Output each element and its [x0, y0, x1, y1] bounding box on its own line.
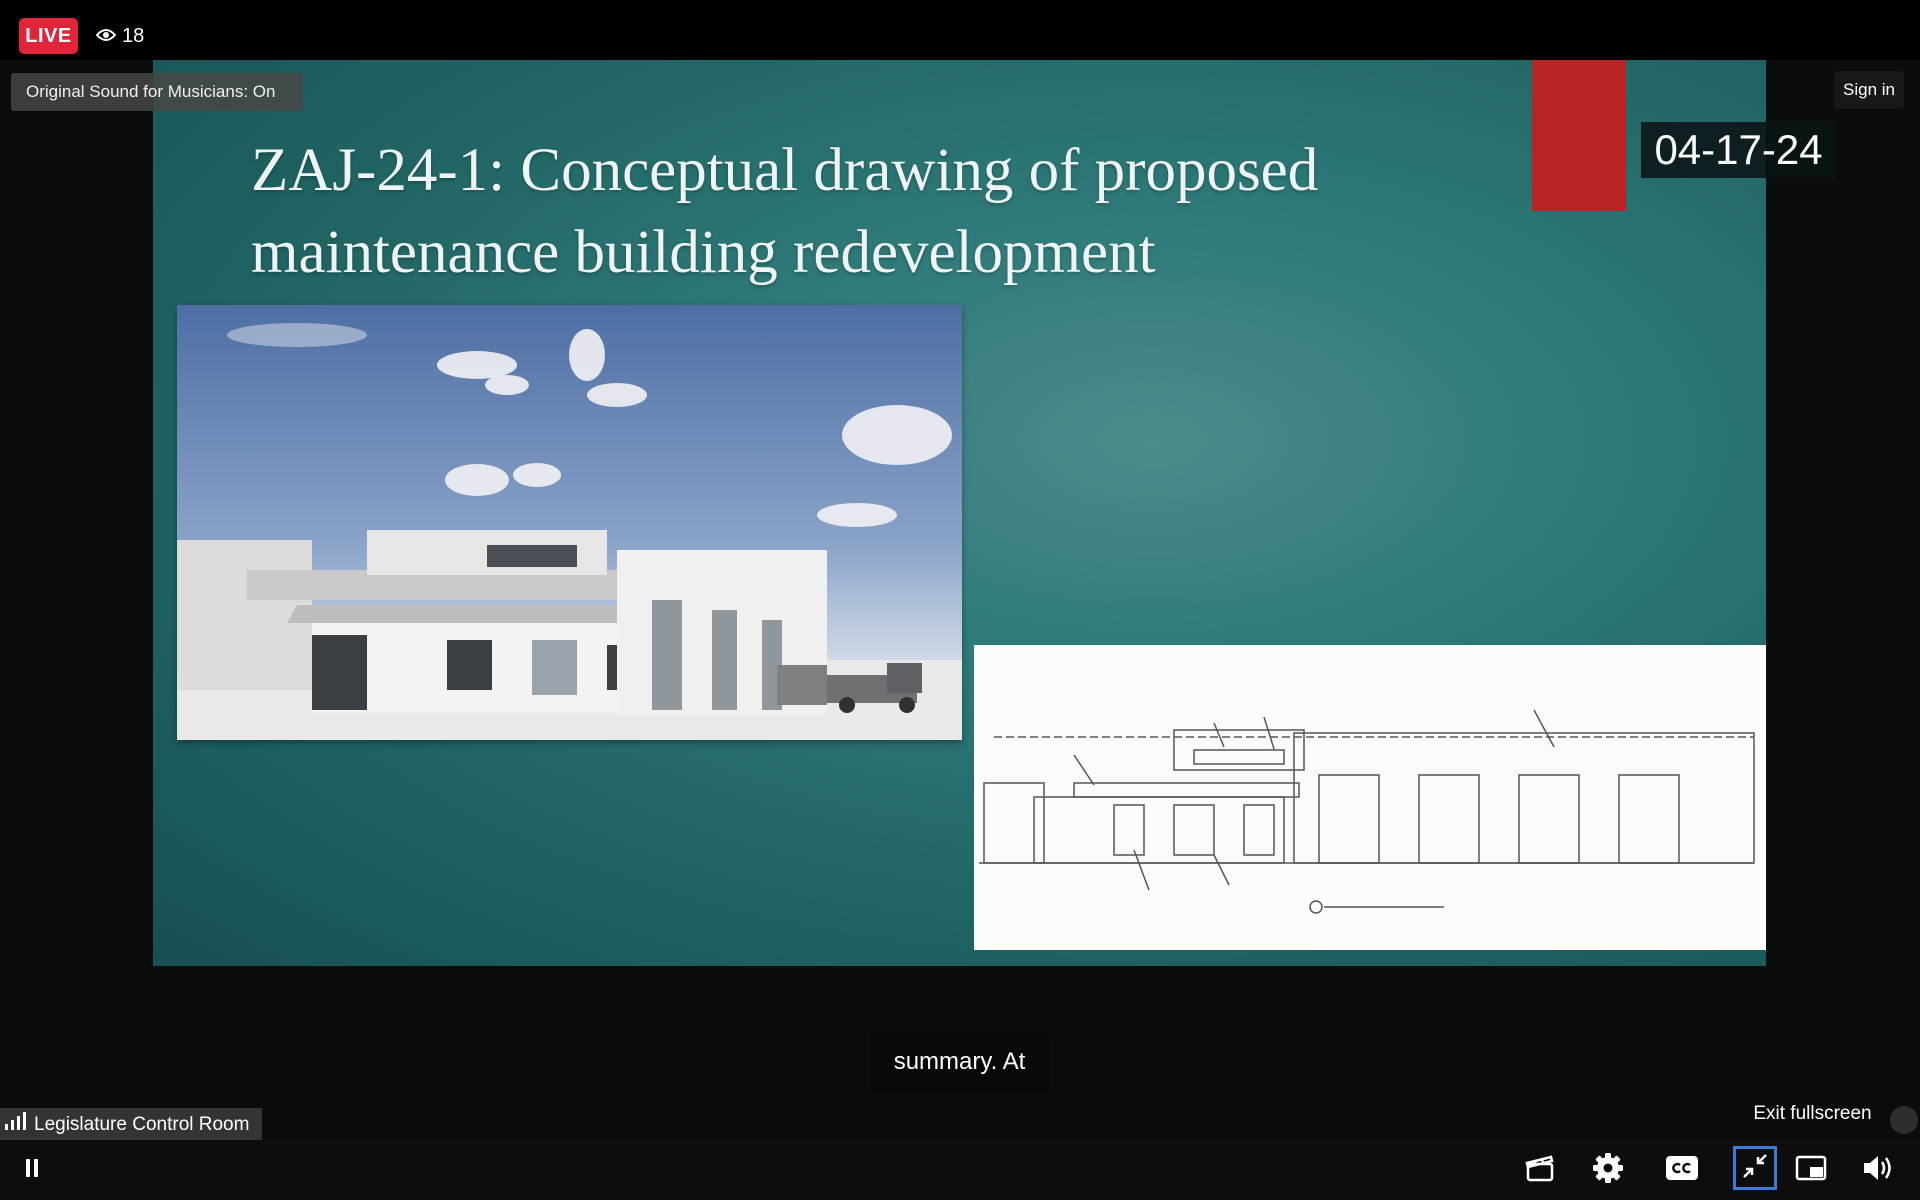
signal-strength-icon: [4, 1108, 26, 1142]
pause-icon: [24, 1158, 40, 1183]
gear-icon: [1592, 1152, 1624, 1189]
clapperboard-icon: [1525, 1154, 1555, 1187]
player-controls: [0, 1140, 1920, 1200]
pause-button[interactable]: [12, 1152, 52, 1188]
viewer-count-value: 18: [122, 24, 145, 47]
slide-title-line-2: maintenance building redevelopment: [251, 219, 1156, 286]
volume-button[interactable]: [1858, 1152, 1898, 1188]
video-frame[interactable]: ZAJ-24-1: Conceptual drawing of proposed…: [153, 60, 1766, 966]
source-label: Legislature Control Room: [0, 1108, 262, 1142]
picture-in-picture-button[interactable]: [1791, 1152, 1831, 1188]
slide-red-accent: [1532, 60, 1626, 211]
top-bar: LIVE 18: [0, 0, 1920, 60]
source-name: Legislature Control Room: [34, 1114, 250, 1135]
exit-fullscreen-icon: [1741, 1152, 1769, 1185]
viewer-count: 18: [95, 18, 145, 54]
live-caption: summary. At: [870, 1032, 1049, 1092]
sign-in-button[interactable]: Sign in: [1834, 71, 1904, 109]
volume-slider-handle[interactable]: [1890, 1106, 1918, 1134]
exit-fullscreen-button[interactable]: [1733, 1146, 1777, 1190]
picture-in-picture-icon: [1795, 1155, 1827, 1186]
settings-button[interactable]: [1588, 1152, 1628, 1188]
clip-button[interactable]: [1520, 1152, 1560, 1188]
slide-title: ZAJ-24-1: Conceptual drawing of proposed…: [251, 130, 1531, 294]
original-sound-indicator[interactable]: Original Sound for Musicians: On: [11, 73, 303, 111]
closed-captions-icon: [1666, 1155, 1698, 1185]
elevation-drawing-image: [974, 645, 1766, 950]
volume-icon: [1862, 1154, 1894, 1187]
date-overlay: 04-17-24: [1641, 122, 1836, 178]
slide-title-line-1: ZAJ-24-1: Conceptual drawing of proposed: [251, 137, 1319, 204]
live-badge: LIVE: [19, 18, 78, 54]
exit-fullscreen-tooltip: Exit fullscreen: [1730, 1099, 1895, 1129]
building-rendering-image: [177, 305, 962, 740]
captions-button[interactable]: [1662, 1152, 1702, 1188]
eye-icon: [95, 25, 117, 48]
